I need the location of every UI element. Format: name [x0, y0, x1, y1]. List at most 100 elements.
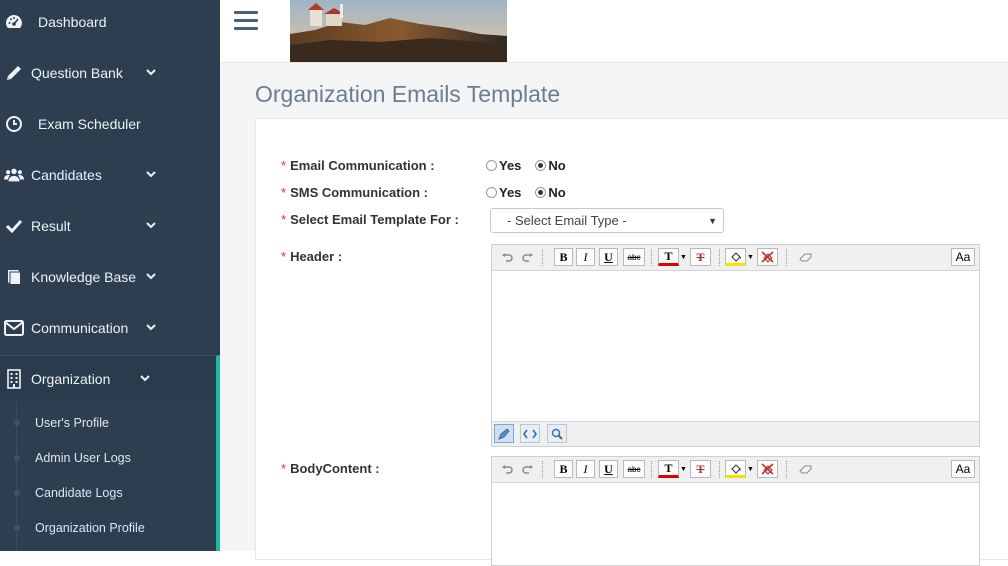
eraser-icon[interactable]	[796, 248, 815, 266]
toolbar-separator	[542, 249, 544, 266]
sms-communication-radio-group: Yes No	[486, 185, 580, 200]
redo-icon[interactable]	[518, 248, 537, 266]
remove-format-button[interactable]: T	[690, 460, 711, 478]
pencil-icon	[4, 63, 24, 83]
remove-highlight-icon[interactable]	[757, 460, 778, 478]
sidebar-item-knowledge-base[interactable]: Knowledge Base	[0, 251, 220, 302]
radio-button[interactable]	[486, 187, 497, 198]
sidebar-item-label: Candidates	[31, 166, 102, 183]
required-mark: *	[281, 185, 287, 200]
radio-button[interactable]	[535, 187, 547, 198]
sidebar-item-question-bank[interactable]: Question Bank	[0, 47, 220, 98]
sidebar-item-label: Organization	[31, 370, 111, 387]
subnav-item-users-profile[interactable]: User's Profile	[0, 405, 216, 440]
font-color-button[interactable]: T	[658, 460, 679, 478]
preview-mode-icon[interactable]	[547, 424, 567, 443]
body-editor: B I U abc T ▼ T ▼ Aa	[491, 456, 980, 566]
bold-button[interactable]: B	[554, 248, 573, 266]
users-icon	[4, 165, 24, 185]
sidebar-item-organization[interactable]: Organization	[0, 355, 220, 401]
sidebar-item-label: Dashboard	[38, 13, 107, 30]
hamburger-menu-icon[interactable]	[234, 11, 258, 31]
font-size-button[interactable]: Aa	[951, 248, 975, 266]
sidebar-item-candidates[interactable]: Candidates	[0, 149, 220, 200]
italic-button[interactable]: I	[576, 460, 595, 478]
font-color-dropdown-icon[interactable]: ▼	[679, 248, 688, 266]
undo-icon[interactable]	[497, 460, 516, 478]
chevron-down-icon	[140, 374, 150, 384]
html-mode-icon[interactable]	[520, 424, 540, 443]
font-color-dropdown-icon[interactable]: ▼	[679, 460, 688, 478]
toolbar-separator	[542, 461, 544, 478]
organization-submenu: User's Profile Admin User Logs Candidate…	[0, 401, 220, 551]
toolbar-separator	[786, 461, 788, 478]
banner-image	[290, 0, 507, 62]
envelope-icon	[4, 318, 24, 338]
italic-button[interactable]: I	[576, 248, 595, 266]
sidebar-item-label: Result	[31, 217, 71, 234]
header-label: * Header :	[281, 249, 343, 264]
required-mark: *	[281, 212, 287, 227]
sms-communication-no-option[interactable]: No	[535, 185, 566, 200]
body-editor-content[interactable]	[492, 483, 979, 563]
undo-icon[interactable]	[497, 248, 516, 266]
chevron-down-icon	[146, 68, 156, 78]
sms-communication-yes-option[interactable]: Yes	[486, 185, 521, 200]
subnav-item-candidate-logs[interactable]: Candidate Logs	[0, 475, 216, 510]
remove-format-button[interactable]: T	[690, 248, 711, 266]
subnav-item-label: Admin User Logs	[35, 450, 131, 465]
strikethrough-button[interactable]: abc	[623, 460, 645, 478]
sidebar-item-label: Exam Scheduler	[38, 115, 141, 132]
toolbar-separator	[786, 249, 788, 266]
subnav-item-organization-profile[interactable]: Organization Profile	[0, 510, 216, 545]
sidebar-item-label: Question Bank	[31, 64, 123, 81]
chevron-down-icon	[146, 221, 156, 231]
body-content-label: * BodyContent :	[281, 461, 380, 476]
highlight-color-icon[interactable]	[725, 248, 746, 266]
sidebar-item-dashboard[interactable]: Dashboard	[0, 0, 220, 47]
underline-button[interactable]: U	[599, 248, 618, 266]
underline-button[interactable]: U	[599, 460, 618, 478]
remove-highlight-icon[interactable]	[757, 248, 778, 266]
subnav-item-label: Organization Profile	[35, 520, 145, 535]
radio-button[interactable]	[486, 160, 497, 171]
header-editor: B I U abc T ▼ T ▼ Aa	[491, 244, 980, 447]
sidebar-item-result[interactable]: Result	[0, 200, 220, 251]
radio-button[interactable]	[535, 160, 547, 171]
sidebar-item-label: Knowledge Base	[31, 268, 137, 285]
email-type-select[interactable]: - Select Email Type - ▼	[490, 208, 724, 233]
required-mark: *	[281, 461, 287, 476]
chevron-down-icon	[146, 323, 156, 333]
design-mode-icon[interactable]	[494, 424, 514, 443]
editor-toolbar: B I U abc T ▼ T ▼ Aa	[492, 245, 979, 271]
email-communication-label: * Email Communication :	[281, 158, 435, 173]
font-color-button[interactable]: T	[658, 248, 679, 266]
bullet-icon	[14, 489, 20, 496]
editor-mode-bar	[492, 421, 979, 446]
font-size-button[interactable]: Aa	[951, 460, 975, 478]
check-icon	[4, 216, 24, 236]
strikethrough-button[interactable]: abc	[623, 248, 645, 266]
caret-down-icon: ▼	[708, 215, 717, 226]
subnav-item-admin-user-logs[interactable]: Admin User Logs	[0, 440, 216, 475]
required-mark: *	[281, 249, 287, 264]
main-content: Organization Emails Template * Email Comm…	[220, 63, 1008, 566]
page-title: Organization Emails Template	[255, 81, 561, 107]
redo-icon[interactable]	[518, 460, 537, 478]
toolbar-separator	[719, 249, 721, 266]
highlight-dropdown-icon[interactable]: ▼	[746, 460, 755, 478]
email-communication-no-option[interactable]: No	[535, 158, 566, 173]
bold-button[interactable]: B	[554, 460, 573, 478]
email-communication-yes-option[interactable]: Yes	[486, 158, 521, 173]
subnav-item-label: Candidate Logs	[35, 485, 123, 500]
highlight-color-icon[interactable]	[725, 460, 746, 478]
sms-communication-label: * SMS Communication :	[281, 185, 429, 200]
toolbar-separator	[719, 461, 721, 478]
highlight-dropdown-icon[interactable]: ▼	[746, 248, 755, 266]
sidebar-item-communication[interactable]: Communication	[0, 302, 220, 353]
bullet-icon	[14, 524, 20, 531]
sidebar-item-exam-scheduler[interactable]: Exam Scheduler	[0, 98, 220, 149]
eraser-icon[interactable]	[796, 460, 815, 478]
editor-toolbar: B I U abc T ▼ T ▼ Aa	[492, 457, 979, 483]
header-editor-content[interactable]	[492, 271, 979, 421]
